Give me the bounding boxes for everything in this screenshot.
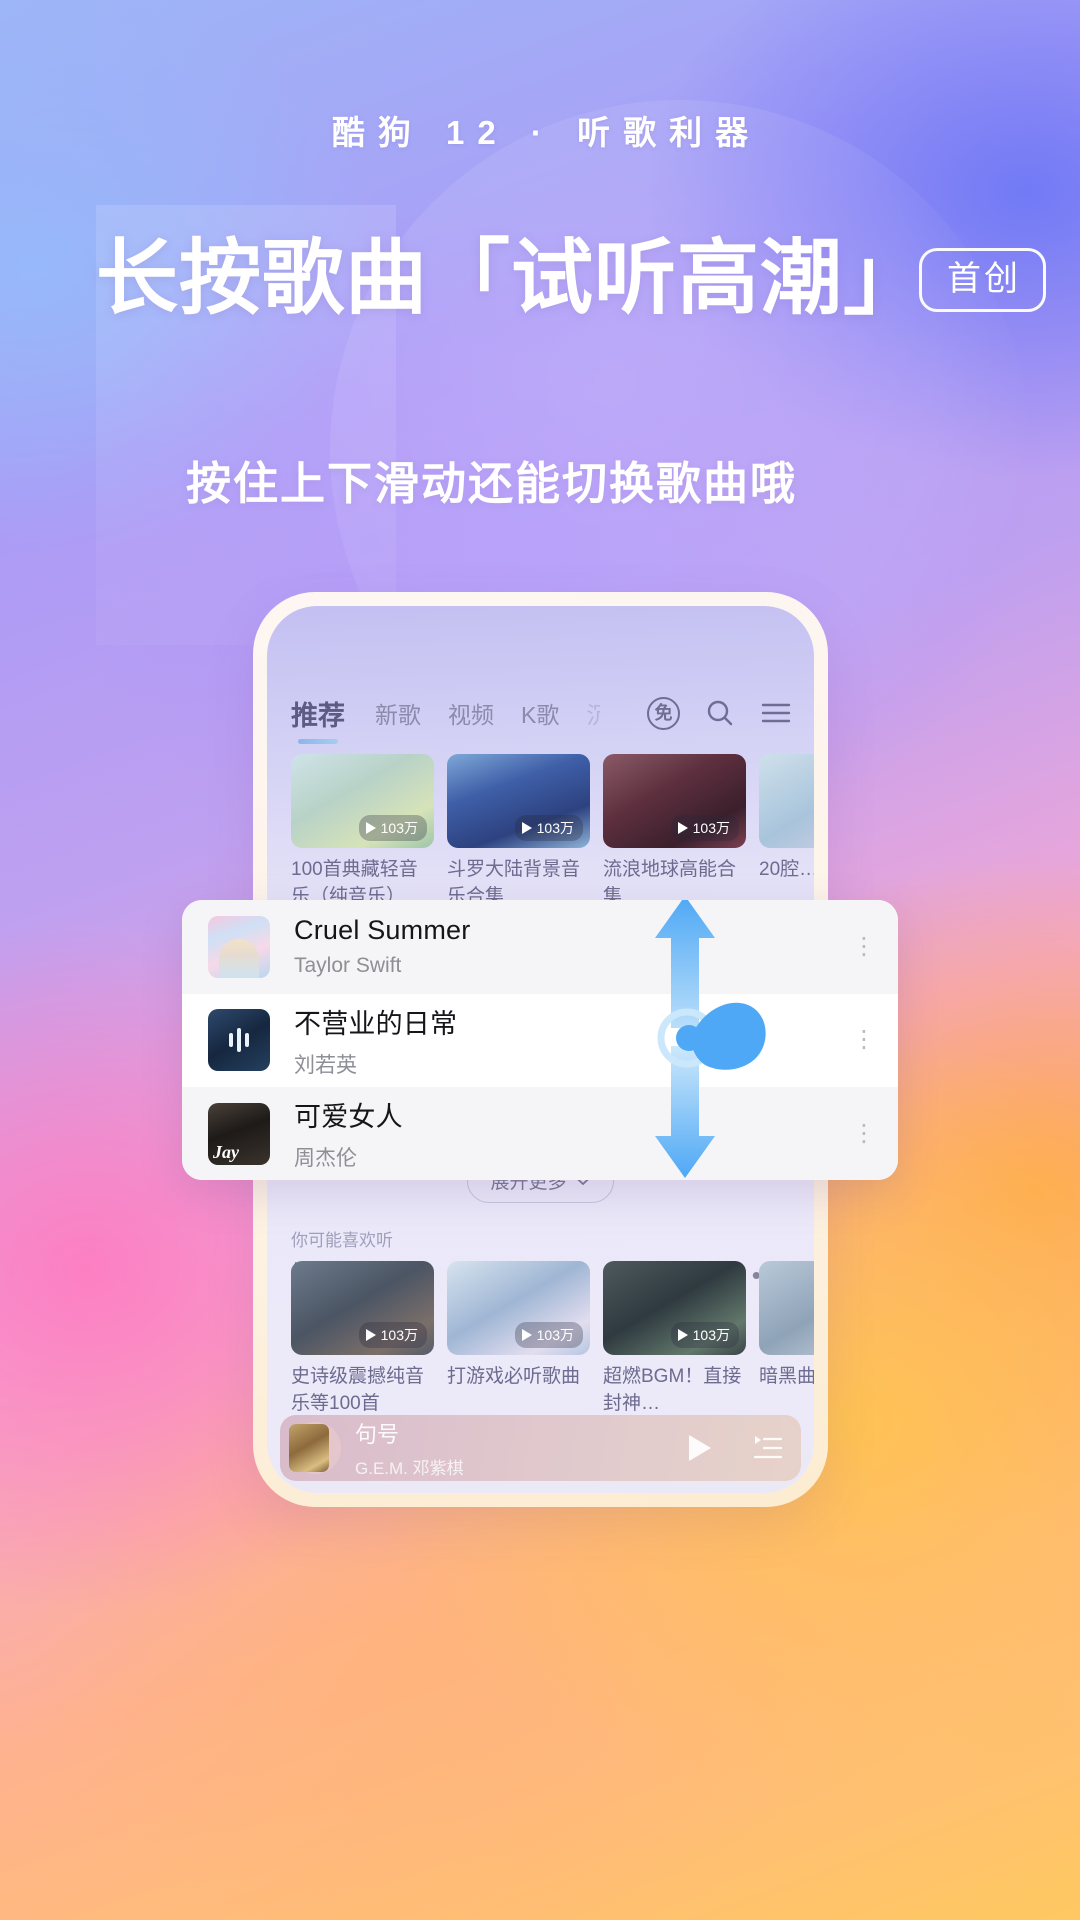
play-icon <box>677 822 688 834</box>
play-icon <box>365 1329 376 1341</box>
song-title: 不营业的日常 <box>294 1008 458 1039</box>
song-meta: Cruel Summer Taylor Swift <box>294 915 828 978</box>
tab-ktv[interactable]: K歌 <box>521 696 559 730</box>
play-count-text: 103万 <box>692 820 730 836</box>
mini-player-bar[interactable]: 句号 G.E.M. 邓紫棋 <box>280 1415 801 1481</box>
play-icon <box>677 1329 688 1341</box>
song-more-icon[interactable]: ⋮ <box>852 1121 876 1146</box>
playlist-thumbnail[interactable] <box>759 1261 814 1355</box>
mini-player-artist: G.E.M. 邓紫棋 <box>355 1459 464 1478</box>
play-icon <box>521 1329 532 1341</box>
playlist-card[interactable]: 103万 史诗级震撼纯音乐等100首 <box>291 1261 434 1418</box>
first-of-its-kind-badge: 首创 <box>919 248 1046 312</box>
album-cover <box>208 1009 270 1072</box>
play-count-text: 103万 <box>380 820 418 836</box>
play-icon[interactable] <box>685 1433 713 1463</box>
tab-new-songs[interactable]: 新歌 <box>375 696 421 730</box>
playlist-title: 20腔… <box>759 859 814 880</box>
playlist-thumbnail[interactable]: 103万 <box>603 754 746 848</box>
playlist-card[interactable]: 103万 打游戏必听歌曲 <box>447 1261 590 1418</box>
album-cover <box>208 915 270 978</box>
play-count-badge: 103万 <box>670 815 739 841</box>
play-icon <box>365 822 376 834</box>
tab-immersive[interactable]: 沉 <box>586 696 600 730</box>
promo-subheadline: 按住上下滑动还能切换歌曲哦 <box>186 458 798 509</box>
song-title: Cruel Summer <box>294 915 471 946</box>
playlist-thumbnail[interactable]: 103万 <box>447 754 590 848</box>
free-badge-glyph: 免 <box>654 703 673 723</box>
preview-song-list-overlay[interactable]: Cruel Summer Taylor Swift ⋮ 不营业的日常 刘若英 ⋮… <box>182 900 898 1180</box>
mini-player-title: 句号 <box>355 1422 400 1447</box>
song-artist: 周杰伦 <box>294 1147 357 1171</box>
play-icon <box>521 822 532 834</box>
search-icon[interactable] <box>704 697 736 729</box>
playlist-strip-bottom[interactable]: 103万 史诗级震撼纯音乐等100首 103万 打游戏必听歌曲 103万 超燃B… <box>267 1261 814 1418</box>
song-artist: Taylor Swift <box>294 954 402 978</box>
playlist-card[interactable]: 103万 斗罗大陆背景音乐合集 <box>447 754 590 911</box>
album-cover-label: Jay <box>213 1141 239 1162</box>
play-count-text: 103万 <box>692 1327 730 1343</box>
promo-headline-wrap: 长按歌曲「试听高潮」 首创 <box>0 233 1080 324</box>
song-list-item[interactable]: Jay 可爱女人 周杰伦 ⋮ <box>182 1087 898 1180</box>
playlist-title: 打游戏必听歌曲 <box>447 1366 581 1387</box>
playlist-card[interactable]: 103万 超燃BGM！直接封神… <box>603 1261 746 1418</box>
song-artist: 刘若英 <box>294 1053 357 1077</box>
promo-headline: 长按歌曲「试听高潮」 <box>96 233 927 324</box>
play-count-text: 103万 <box>380 1327 418 1343</box>
playlist-thumbnail[interactable]: 103万 <box>447 1261 590 1355</box>
playing-wave-icon <box>229 1028 249 1053</box>
playlist-strip-top[interactable]: 103万 100首典藏轻音乐（纯音乐） 103万 斗罗大陆背景音乐合集 103万… <box>267 754 814 911</box>
song-meta: 可爱女人 周杰伦 <box>294 1095 828 1172</box>
album-cover: Jay <box>208 1102 270 1165</box>
tab-recommend[interactable]: 推荐 <box>291 694 345 744</box>
play-count-text: 103万 <box>536 820 574 836</box>
menu-icon[interactable] <box>760 700 792 726</box>
playlist-title: 史诗级震撼纯音乐等100首 <box>291 1366 425 1414</box>
playlist-thumbnail[interactable]: 103万 <box>603 1261 746 1355</box>
promo-kicker: 酷狗 12 · 听歌利器 <box>331 114 762 151</box>
song-list-item[interactable]: Cruel Summer Taylor Swift ⋮ <box>182 900 898 994</box>
play-count-badge: 103万 <box>514 815 583 841</box>
playlist-thumbnail[interactable]: 103万 <box>291 1261 434 1355</box>
mini-player-cover <box>289 1424 329 1472</box>
play-count-badge: 103万 <box>358 1322 427 1348</box>
song-more-icon[interactable]: ⋮ <box>852 934 876 959</box>
playlist-card[interactable]: 20腔… <box>759 754 814 911</box>
play-count-badge: 103万 <box>670 1322 739 1348</box>
song-meta: 不营业的日常 刘若英 <box>294 1002 828 1079</box>
section-eyebrow: 你可能喜欢听 <box>291 1231 393 1250</box>
free-badge-icon[interactable]: 免 <box>647 696 680 730</box>
play-count-badge: 103万 <box>514 1322 583 1348</box>
mini-player-meta: 句号 G.E.M. 邓紫棋 <box>355 1417 671 1479</box>
song-title: 可爱女人 <box>294 1102 403 1133</box>
song-more-icon[interactable]: ⋮ <box>852 1027 876 1052</box>
playlist-card[interactable]: 103万 流浪地球高能合集 <box>603 754 746 911</box>
song-list-item-active[interactable]: 不营业的日常 刘若英 ⋮ <box>182 993 898 1087</box>
mini-player-disc <box>289 1422 341 1474</box>
playlist-thumbnail[interactable]: 103万 <box>291 754 434 848</box>
tab-video[interactable]: 视频 <box>448 696 494 730</box>
promo-kicker-bar: 酷狗 12 · 听歌利器 <box>0 106 1080 154</box>
playlist-card[interactable]: 暗黑曲… <box>759 1261 814 1418</box>
playlist-card[interactable]: 103万 100首典藏轻音乐（纯音乐） <box>291 754 434 911</box>
playlist-thumbnail[interactable] <box>759 754 814 848</box>
play-count-badge: 103万 <box>358 815 427 841</box>
app-navbar: 推荐 新歌 视频 K歌 沉 免 <box>267 690 814 744</box>
playlist-title: 暗黑曲… <box>759 1366 814 1387</box>
playlist-title: 超燃BGM！直接封神… <box>603 1366 742 1414</box>
playlist-icon[interactable] <box>753 1435 783 1461</box>
play-count-text: 103万 <box>536 1327 574 1343</box>
